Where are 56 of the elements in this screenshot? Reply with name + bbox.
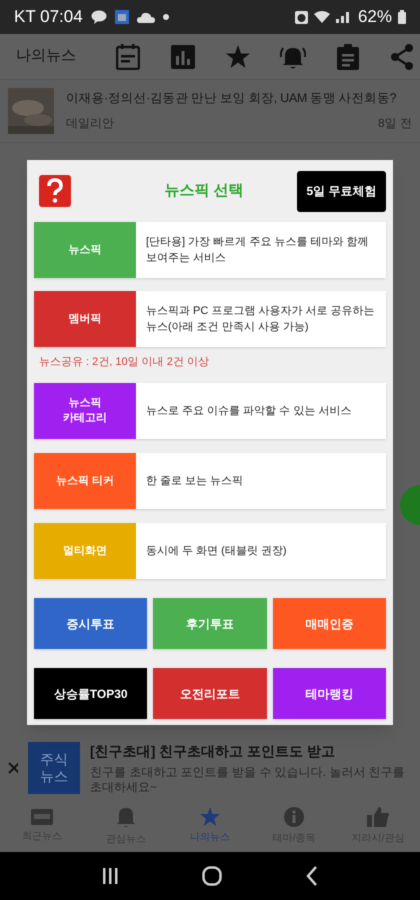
banner-text: 친구를 초대하고 포인트를 받을 수 있습니다. 놀러서 친구를 초대하세요~ [90,765,406,795]
service-option[interactable]: 뉴스픽 티커 한 줄로 보는 뉴스픽 [34,453,386,509]
close-icon[interactable] [8,762,18,774]
service-option[interactable]: 멀티화면 동시에 두 화면 (태블릿 권장) [34,523,386,579]
clipboard-icon[interactable] [337,44,360,70]
service-label: 멤버픽 [34,291,136,347]
feature-button[interactable]: 증시투표 [34,598,148,649]
service-description: 한 줄로 보는 뉴스픽 [145,474,244,489]
battery-level: 62% [358,6,392,28]
back-icon[interactable] [306,866,318,886]
info-icon [284,806,304,826]
status-time: KT 07:04 [14,6,83,28]
recent-apps-icon[interactable] [102,868,118,884]
signal-icon [336,11,352,23]
feature-button[interactable]: 테마랭킹 [272,668,386,719]
alarm-icon [294,10,308,24]
trial-button[interactable]: 5일 무료체험 [296,170,386,212]
share-icon[interactable] [390,44,414,70]
newspaper-icon [31,808,53,824]
help-icon[interactable] [39,175,71,207]
news-time: 8일 전 [378,115,412,132]
feature-button[interactable]: 매매인증 [272,598,386,649]
star-icon [200,807,220,826]
service-description: [단타용] 가장 빠르게 주요 뉴스를 테마와 함께 보여주는 서비스 [145,235,370,266]
feature-button[interactable]: 상승률TOP30 [34,668,148,719]
home-icon[interactable] [202,866,222,886]
dialog-title: 뉴스픽 선택 [164,180,244,201]
thumbs-up-icon [367,806,389,826]
banner-title[interactable]: [친구초대] 친구초대하고 포인트도 받고 [90,741,412,762]
page-title: 나의뉴스 [16,46,77,66]
service-option[interactable]: 멤버픽 뉴스픽과 PC 프로그램 사용자가 서로 공유하는 뉴스(아래 조건 만족시 사용 가능) [34,291,386,347]
app-logo: 주식 뉴스 [28,742,80,794]
service-label: 멀티화면 [34,523,136,579]
bar-chart-icon[interactable] [170,44,195,68]
calendar-icon [114,10,129,24]
wifi-icon [314,11,330,23]
service-label: 뉴스픽 카테고리 [34,383,136,439]
cloud-icon [136,12,155,22]
service-label: 뉴스픽 티커 [34,453,136,509]
service-description: 동시에 두 화면 (태블릿 권장) [145,544,288,559]
dot-icon [162,14,169,20]
service-option[interactable]: 뉴스픽 [단타용] 가장 빠르게 주요 뉴스를 테마와 함께 보여주는 서비스 [34,222,386,278]
news-source: 데일리안 [66,115,114,132]
service-option[interactable]: 뉴스픽 카테고리 뉴스로 주요 이슈를 파악할 수 있는 서비스 [34,383,386,439]
chat-icon [90,10,107,24]
service-description: 뉴스픽과 PC 프로그램 사용자가 서로 공유하는 뉴스(아래 조건 만족시 사용 가능) [145,304,376,335]
star-icon[interactable] [226,45,250,68]
service-description: 뉴스로 주요 이슈를 파악할 수 있는 서비스 [145,404,352,419]
news-title[interactable]: 이재용·정의선·김동관 만난 보잉 회장, UAM 동맹 사전회동? [66,88,412,108]
feature-button[interactable]: 오전리포트 [153,668,267,719]
feature-button[interactable]: 후기투표 [153,598,267,649]
condition-note: 뉴스공유 : 2건, 10일 이내 2건 이상 [38,355,210,369]
service-label: 뉴스픽 [34,222,136,278]
battery-icon [398,10,406,24]
calendar-icon[interactable] [116,44,140,70]
bell-icon [117,806,135,828]
